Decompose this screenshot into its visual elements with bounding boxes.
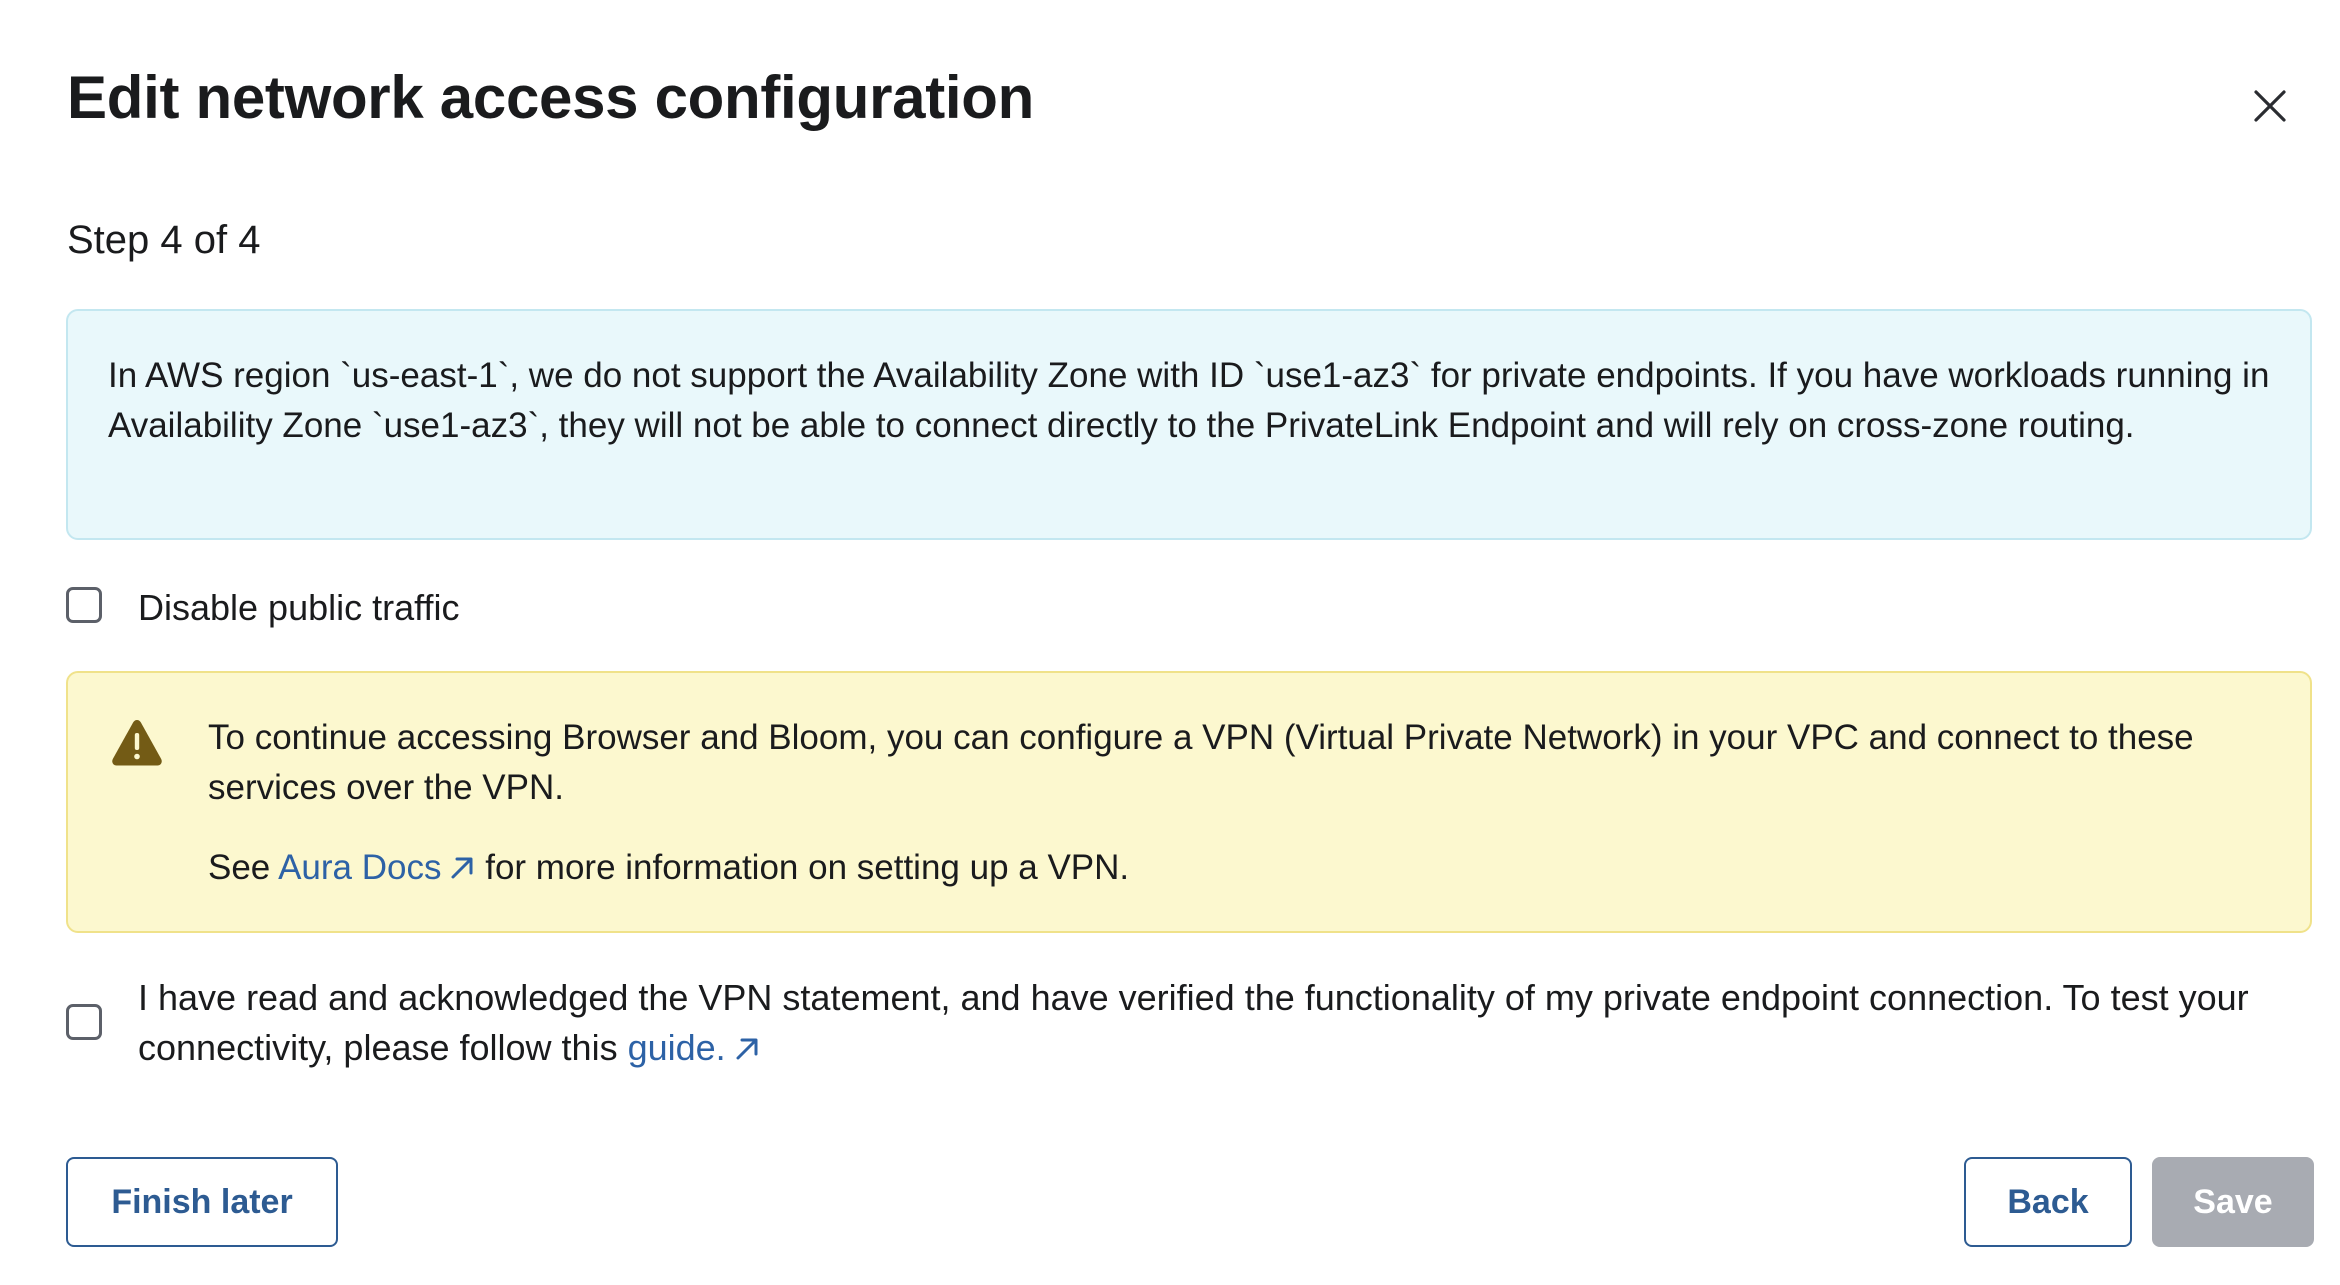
see-prefix: See	[208, 848, 271, 887]
external-link-icon	[451, 857, 473, 879]
disable-public-traffic-checkbox[interactable]	[66, 587, 102, 623]
acknowledge-row[interactable]: I have read and acknowledged the VPN sta…	[66, 973, 2340, 1073]
guide-link[interactable]: guide.	[628, 1027, 760, 1068]
vpn-warning-text: To continue accessing Browser and Bloom,…	[208, 713, 2268, 893]
acknowledge-checkbox[interactable]	[66, 1004, 102, 1040]
vpn-warning-callout: To continue accessing Browser and Bloom,…	[66, 671, 2312, 933]
availability-zone-notice-text: In AWS region `us-east-1`, we do not sup…	[108, 356, 2270, 445]
external-link-icon	[736, 1038, 758, 1060]
guide-link-label: guide.	[627, 1027, 726, 1068]
save-button[interactable]: Save	[2152, 1157, 2314, 1247]
back-button[interactable]: Back	[1964, 1157, 2132, 1247]
close-icon	[2254, 90, 2286, 122]
disable-public-traffic-row[interactable]: Disable public traffic	[66, 583, 460, 633]
aura-docs-link-label: Aura Docs	[278, 848, 442, 887]
dialog-title: Edit network access configuration	[67, 64, 1034, 131]
acknowledge-label: I have read and acknowledged the VPN sta…	[138, 973, 2340, 1073]
vpn-warning-paragraph: To continue accessing Browser and Bloom,…	[208, 718, 2194, 807]
availability-zone-notice: In AWS region `us-east-1`, we do not sup…	[66, 309, 2312, 540]
vpn-docs-line: See Aura Docs for more information on se…	[208, 843, 2268, 893]
disable-public-traffic-label: Disable public traffic	[138, 587, 460, 628]
acknowledge-text: I have read and acknowledged the VPN sta…	[138, 977, 2249, 1068]
finish-later-button[interactable]: Finish later	[66, 1157, 338, 1247]
see-suffix: for more information on setting up a VPN…	[485, 848, 1130, 887]
network-access-dialog: Edit network access configuration Step 4…	[0, 0, 2340, 1285]
warning-icon	[112, 720, 162, 766]
aura-docs-link[interactable]: Aura Docs	[278, 848, 475, 887]
close-button[interactable]	[2242, 78, 2298, 134]
step-indicator: Step 4 of 4	[67, 218, 261, 262]
